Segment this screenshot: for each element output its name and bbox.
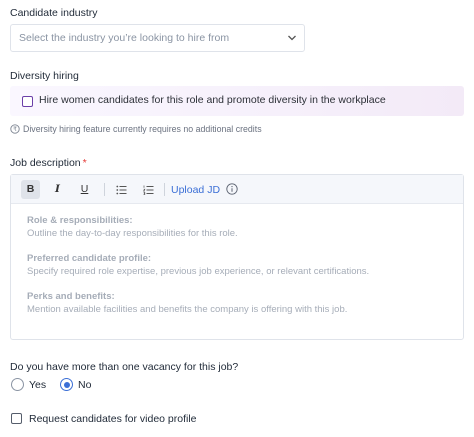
diversity-checkbox[interactable] (22, 96, 33, 107)
bulleted-list-icon (116, 185, 127, 195)
diversity-note: ₹ Diversity hiring feature currently req… (10, 124, 262, 134)
numbered-list-button[interactable] (139, 180, 158, 199)
info-icon[interactable] (226, 183, 238, 195)
job-description-label: Job description * (10, 157, 87, 169)
industry-placeholder: Select the industry you’re looking to hi… (19, 32, 230, 44)
vacancy-question: Do you have more than one vacancy for th… (10, 361, 239, 373)
placeholder-perks-text: Mention available facilities and benefit… (27, 304, 348, 315)
vacancy-no-label[interactable]: No (78, 379, 91, 391)
vacancy-yes-radio[interactable] (11, 378, 24, 391)
job-description-editor[interactable]: B I U Upload JD Role & responsibilities:… (10, 174, 464, 340)
italic-button[interactable]: I (48, 180, 67, 199)
bulleted-list-button[interactable] (112, 180, 131, 199)
editor-toolbar: B I U Upload JD (11, 175, 463, 204)
svg-text:₹: ₹ (13, 126, 17, 133)
toolbar-divider (164, 183, 165, 196)
job-description-title: Job description (10, 157, 81, 169)
bold-button[interactable]: B (21, 180, 40, 199)
chevron-down-icon (288, 35, 296, 41)
upload-jd-button[interactable]: Upload JD (171, 183, 238, 196)
industry-label: Candidate industry (10, 7, 98, 19)
diversity-label: Diversity hiring (10, 70, 79, 82)
diversity-option[interactable]: Hire women candidates for this role and … (10, 86, 464, 116)
vacancy-no-radio[interactable] (60, 378, 73, 391)
placeholder-role-text: Outline the day-to-day responsibilities … (27, 228, 238, 239)
numbered-list-icon (142, 185, 154, 195)
diversity-note-text: Diversity hiring feature currently requi… (23, 124, 262, 134)
video-profile-label[interactable]: Request candidates for video profile (29, 413, 197, 425)
underline-button[interactable]: U (75, 180, 94, 199)
placeholder-profile-text: Specify required role expertise, previou… (27, 266, 370, 277)
required-mark: * (82, 157, 87, 169)
industry-select[interactable]: Select the industry you’re looking to hi… (10, 24, 305, 52)
upload-jd-label: Upload JD (171, 184, 221, 196)
video-profile-checkbox[interactable] (11, 413, 22, 424)
placeholder-profile-heading: Preferred candidate profile: (27, 253, 152, 264)
diversity-checkbox-label: Hire women candidates for this role and … (39, 94, 386, 106)
vacancy-yes-label[interactable]: Yes (29, 379, 46, 391)
credit-icon: ₹ (10, 124, 20, 134)
placeholder-perks-heading: Perks and benefits: (27, 291, 115, 302)
placeholder-role-heading: Role & responsibilities: (27, 215, 133, 226)
toolbar-divider (104, 183, 105, 196)
